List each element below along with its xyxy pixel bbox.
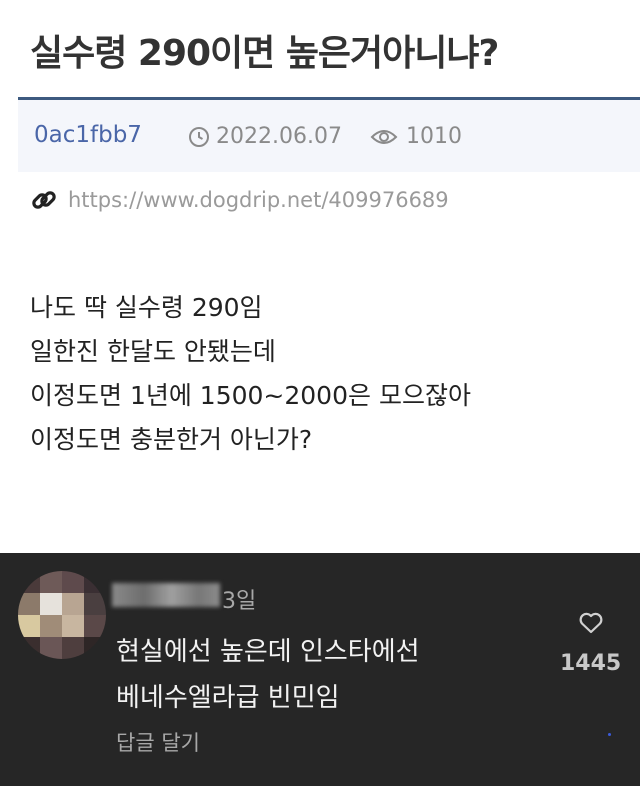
like-count: 1445 bbox=[560, 651, 622, 676]
post-title: 실수령 290이면 높은거아니냐? bbox=[30, 33, 499, 74]
post-body-line: 나도 딱 실수령 290임 bbox=[30, 293, 263, 322]
link-icon bbox=[32, 191, 56, 209]
post-date-text: 2022.06.07 bbox=[216, 124, 342, 149]
post-body-line: 일한진 한달도 안됐는데 bbox=[30, 337, 276, 366]
post-screenshot: 실수령 290이면 높은거아니냐? 0ac1fbb7 2022.06.07 10… bbox=[0, 0, 640, 553]
comment-section: 3일 현실에선 높은데 인스타에선 베네수엘라급 빈민임 답글 달기 1445 bbox=[0, 553, 640, 786]
post-author[interactable]: 0ac1fbb7 bbox=[34, 122, 142, 148]
avatar[interactable] bbox=[18, 571, 106, 659]
comment-time: 3일 bbox=[222, 589, 257, 614]
post-views: 1010 bbox=[370, 124, 462, 149]
post-body-line: 이정도면 충분한거 아닌가? bbox=[30, 425, 313, 454]
post-link[interactable]: https://www.dogdrip.net/409976689 bbox=[30, 186, 449, 214]
comment-line: 현실에선 높은데 인스타에선 bbox=[116, 637, 420, 667]
comment-line: 베네수엘라급 빈민임 bbox=[116, 683, 340, 713]
post-body-line: 이정도면 1년에 1500~2000은 모으잖아 bbox=[30, 381, 471, 410]
post-meta-bar: 0ac1fbb7 2022.06.07 1010 bbox=[18, 97, 640, 172]
indicator-dot bbox=[608, 733, 611, 736]
heart-icon[interactable] bbox=[578, 611, 604, 635]
post-link-url[interactable]: https://www.dogdrip.net/409976689 bbox=[68, 188, 449, 212]
post-date: 2022.06.07 bbox=[188, 124, 342, 149]
username-blurred bbox=[112, 583, 220, 607]
reply-button[interactable]: 답글 달기 bbox=[116, 727, 200, 757]
clock-icon bbox=[189, 126, 209, 147]
post-views-text: 1010 bbox=[406, 124, 462, 149]
comment-text: 현실에선 높은데 인스타에선 베네수엘라급 빈민임 bbox=[116, 629, 420, 721]
eye-icon bbox=[370, 129, 398, 144]
post-body: 나도 딱 실수령 290임 일한진 한달도 안됐는데 이정도면 1년에 1500… bbox=[30, 286, 471, 462]
